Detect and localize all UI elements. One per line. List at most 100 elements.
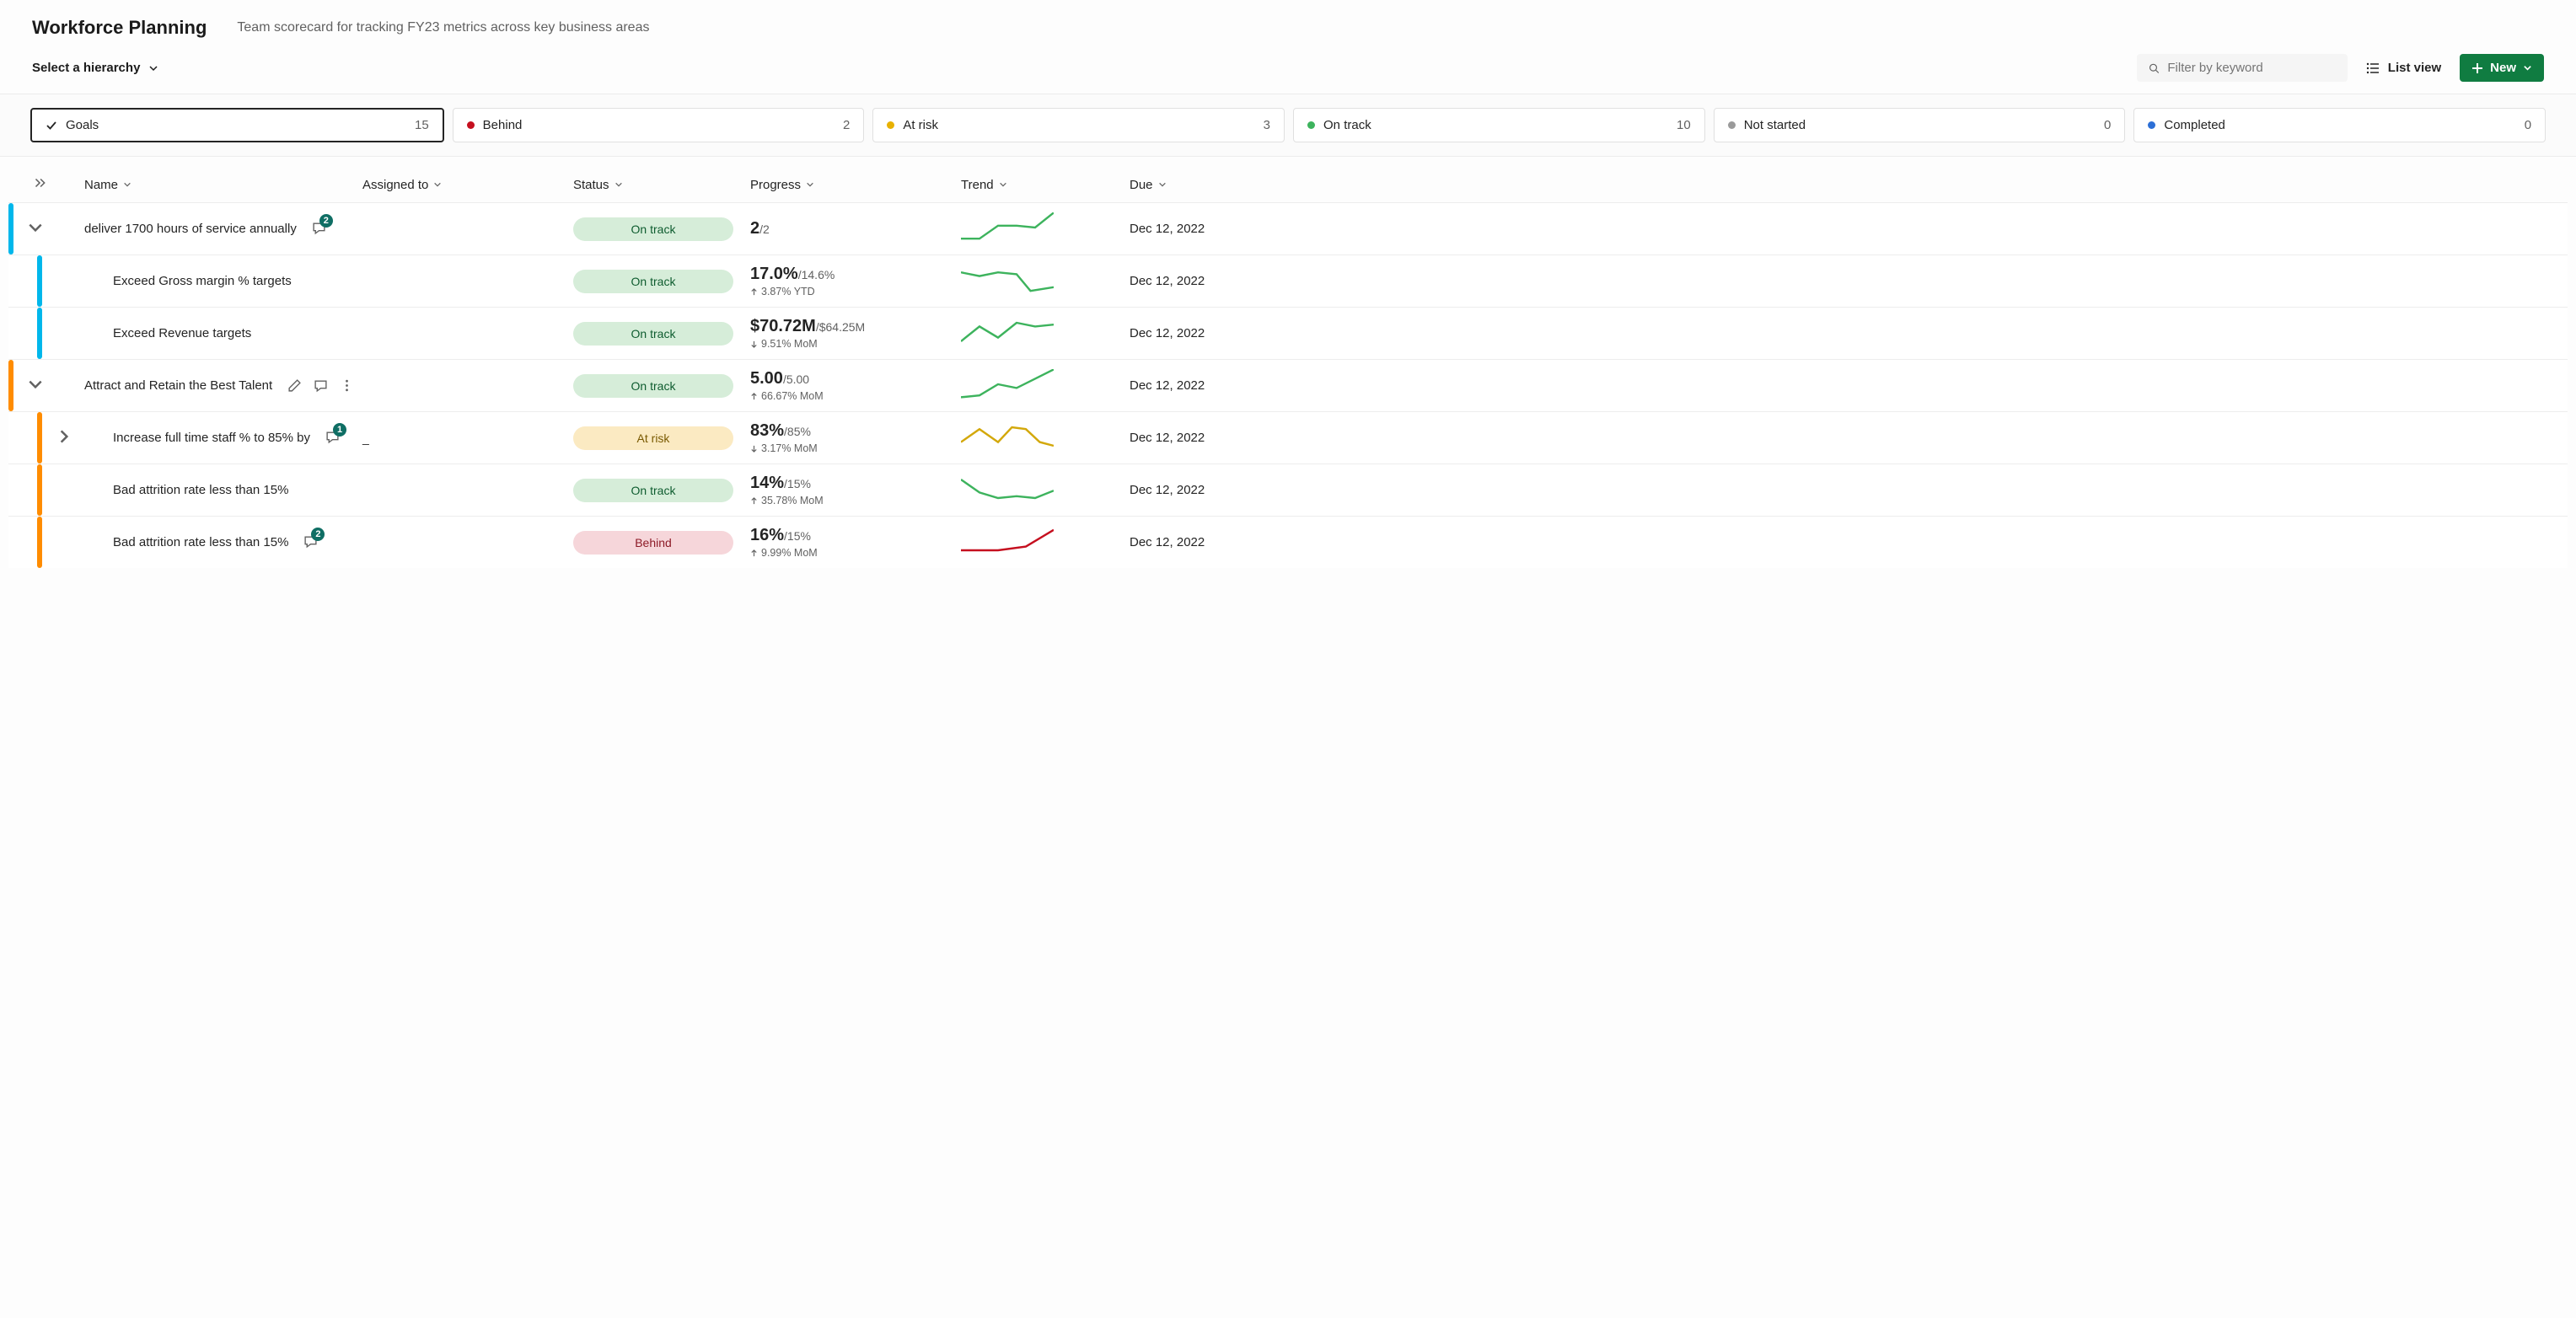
row-name: Increase full time staff % to 85% by — [84, 429, 317, 447]
new-label: New — [2490, 61, 2516, 75]
column-due[interactable]: Due — [1130, 178, 1264, 192]
expand-toggle[interactable] — [27, 376, 44, 393]
table-row[interactable]: Bad attrition rate less than 15%2Behind1… — [8, 516, 2568, 568]
expand-toggle[interactable] — [56, 428, 72, 445]
comment-count: 2 — [319, 214, 333, 228]
hierarchy-select[interactable]: Select a hierarchy — [32, 57, 158, 78]
status-count: 0 — [2525, 118, 2531, 132]
comment-count: 1 — [333, 423, 346, 437]
progress-cell: 16%/15%9.99% MoM — [750, 526, 961, 559]
status-dot — [467, 121, 475, 129]
row-name: Attract and Retain the Best Talent — [84, 377, 279, 395]
arrow-up-icon — [750, 288, 758, 296]
list-icon — [2366, 62, 2380, 75]
arrow-down-icon — [750, 445, 758, 453]
page-description: Team scorecard for tracking FY23 metrics… — [237, 20, 649, 35]
comment-icon[interactable]: 2 — [312, 221, 326, 238]
table-header: Name Assigned to Status Progress Trend D… — [8, 157, 2568, 202]
trend-sparkline — [961, 317, 1130, 350]
due-date: Dec 12, 2022 — [1130, 483, 1264, 497]
search-box[interactable] — [2137, 54, 2348, 82]
comment-icon[interactable]: 2 — [303, 534, 318, 551]
row-name: Exceed Gross margin % targets — [84, 272, 298, 291]
status-pill: On track — [573, 374, 733, 398]
status-count: 15 — [415, 118, 429, 132]
trend-sparkline — [961, 369, 1130, 402]
list-view-button[interactable]: List view — [2366, 61, 2441, 75]
status-dot — [1307, 121, 1315, 129]
comment-icon[interactable] — [314, 378, 328, 393]
status-filter-completed[interactable]: Completed 0 — [2133, 108, 2546, 142]
row-accent-bar — [8, 360, 13, 411]
table-row[interactable]: Increase full time staff % to 85% by1_At… — [8, 411, 2568, 463]
due-date: Dec 12, 2022 — [1130, 431, 1264, 445]
row-name: deliver 1700 hours of service annually — [84, 220, 303, 238]
table-row[interactable]: Exceed Gross margin % targets On track 17.… — [8, 254, 2568, 307]
arrow-up-icon — [750, 393, 758, 400]
status-dot — [2148, 121, 2155, 129]
progress-cell: 2/2 — [750, 219, 961, 238]
progress-cell: 5.00/5.0066.67% MoM — [750, 369, 961, 402]
status-label: Not started — [1744, 118, 1806, 132]
trend-sparkline — [961, 526, 1130, 559]
status-count: 2 — [843, 118, 850, 132]
page-title: Workforce Planning — [32, 17, 207, 39]
status-pill: On track — [573, 479, 733, 502]
progress-cell: 83%/85%3.17% MoM — [750, 421, 961, 454]
trend-sparkline — [961, 421, 1130, 454]
list-view-label: List view — [2388, 61, 2441, 75]
trend-sparkline — [961, 265, 1130, 297]
assigned-cell: _ — [362, 431, 573, 445]
row-accent-bar — [37, 517, 42, 568]
new-button[interactable]: New — [2460, 54, 2544, 82]
status-filter-at-risk[interactable]: At risk3 — [872, 108, 1285, 142]
row-accent-bar — [37, 255, 42, 307]
arrow-down-icon — [750, 340, 758, 348]
check-icon — [46, 120, 57, 131]
status-label: Completed — [2164, 118, 2225, 132]
row-accent-bar — [37, 464, 42, 516]
status-dot — [887, 121, 894, 129]
table-row[interactable]: Exceed Revenue targets On track $70.72M/$6… — [8, 307, 2568, 359]
status-pill: On track — [573, 270, 733, 293]
status-filter-bar: Goals 15 Behind 2 At risk3On track10 Not star… — [0, 94, 2576, 157]
expand-toggle[interactable] — [27, 219, 44, 236]
search-input[interactable] — [2167, 61, 2335, 75]
status-label: Behind — [483, 118, 523, 132]
search-icon — [2149, 62, 2160, 74]
status-label: On track — [1323, 118, 1371, 132]
column-progress[interactable]: Progress — [750, 178, 961, 192]
row-name: Bad attrition rate less than 15% — [84, 481, 295, 500]
expand-all-icon[interactable] — [32, 175, 47, 190]
comment-icon[interactable]: 1 — [325, 430, 340, 447]
row-name: Exceed Revenue targets — [84, 324, 258, 343]
more-icon[interactable] — [340, 378, 354, 393]
row-accent-bar — [37, 308, 42, 359]
table-row[interactable]: deliver 1700 hours of service annually2O… — [8, 202, 2568, 254]
column-name[interactable]: Name — [84, 178, 362, 192]
status-label: Goals — [66, 118, 99, 132]
trend-sparkline — [961, 212, 1130, 245]
status-filter-goals[interactable]: Goals 15 — [30, 108, 444, 142]
status-count: 0 — [2104, 118, 2111, 132]
due-date: Dec 12, 2022 — [1130, 378, 1264, 393]
progress-cell: 17.0%/14.6%3.87% YTD — [750, 265, 961, 297]
status-filter-on-track[interactable]: On track10 — [1293, 108, 1705, 142]
column-status[interactable]: Status — [573, 178, 750, 192]
progress-cell: $70.72M/$64.25M9.51% MoM — [750, 317, 961, 350]
status-pill: On track — [573, 322, 733, 346]
column-trend[interactable]: Trend — [961, 178, 1130, 192]
status-count: 3 — [1264, 118, 1270, 132]
status-filter-not-started[interactable]: Not started 0 — [1714, 108, 2126, 142]
column-assigned-to[interactable]: Assigned to — [362, 178, 573, 192]
edit-icon[interactable] — [287, 378, 302, 393]
table-row[interactable]: Attract and Retain the Best Talent On tra… — [8, 359, 2568, 411]
due-date: Dec 12, 2022 — [1130, 535, 1264, 549]
hierarchy-label: Select a hierarchy — [32, 61, 140, 75]
trend-sparkline — [961, 474, 1130, 506]
row-accent-bar — [8, 203, 13, 254]
comment-count: 2 — [311, 528, 325, 541]
status-filter-behind[interactable]: Behind 2 — [453, 108, 865, 142]
due-date: Dec 12, 2022 — [1130, 222, 1264, 236]
table-row[interactable]: Bad attrition rate less than 15% On track… — [8, 463, 2568, 516]
